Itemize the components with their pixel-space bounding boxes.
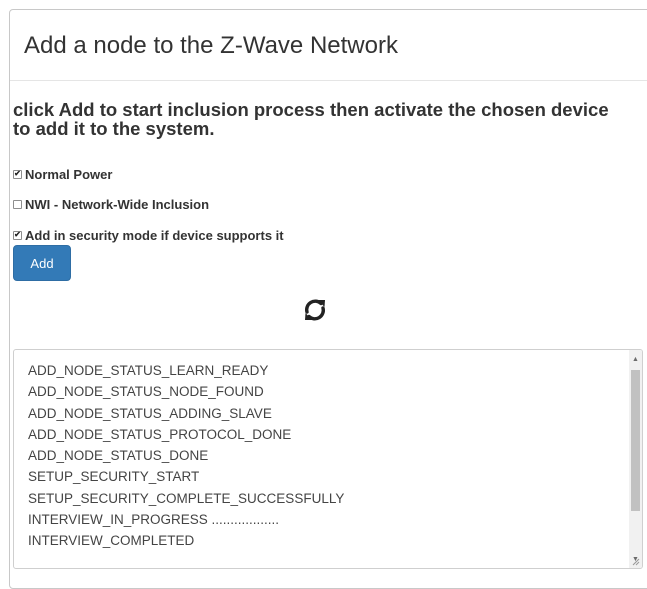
scroll-thumb[interactable] [631, 370, 640, 511]
security-mode-option[interactable]: Add in security mode if device supports … [13, 227, 284, 243]
dialog-title: Add a node to the Z-Wave Network [24, 32, 398, 59]
nwi-label: NWI - Network-Wide Inclusion [25, 196, 210, 212]
refresh-icon [304, 299, 326, 321]
log-line: ADD_NODE_STATUS_LEARN_READY [28, 363, 269, 378]
resize-grip-icon[interactable] [632, 558, 640, 566]
log-line: ADD_NODE_STATUS_ADDING_SLAVE [28, 405, 272, 421]
security-mode-label: Add in security mode if device supports … [25, 227, 284, 243]
log-line: SETUP_SECURITY_START [28, 469, 200, 485]
log-line: INTERVIEW_IN_PROGRESS .................. [28, 512, 280, 528]
add-button[interactable]: Add [13, 245, 71, 281]
log-line: ADD_NODE_STATUS_NODE_FOUND [28, 384, 264, 400]
scroll-up-arrow-icon[interactable]: ▲ [629, 352, 642, 366]
dialog-header: Add a node to the Z-Wave Network [10, 10, 647, 81]
normal-power-label: Normal Power [25, 166, 113, 182]
log-line: SETUP_SECURITY_COMPLETE_SUCCESSFULLY [28, 490, 345, 506]
inclusion-log[interactable]: ADD_NODE_STATUS_LEARN_READY ADD_NODE_STA… [13, 349, 643, 569]
log-lines: ADD_NODE_STATUS_LEARN_READY ADD_NODE_STA… [28, 360, 344, 552]
log-scrollbar[interactable]: ▲ ▼ [629, 350, 642, 568]
instructions-text: click Add to start inclusion process the… [13, 99, 609, 139]
nwi-option[interactable]: NWI - Network-Wide Inclusion [13, 196, 209, 212]
log-line: ADD_NODE_STATUS_PROTOCOL_DONE [28, 426, 292, 442]
security-mode-checkbox[interactable] [13, 230, 22, 240]
normal-power-option[interactable]: Normal Power [13, 166, 112, 182]
log-line: ADD_NODE_STATUS_DONE [28, 448, 209, 464]
nwi-checkbox[interactable] [13, 199, 22, 209]
normal-power-checkbox[interactable] [13, 169, 22, 179]
log-line: INTERVIEW_COMPLETED [28, 533, 195, 549]
